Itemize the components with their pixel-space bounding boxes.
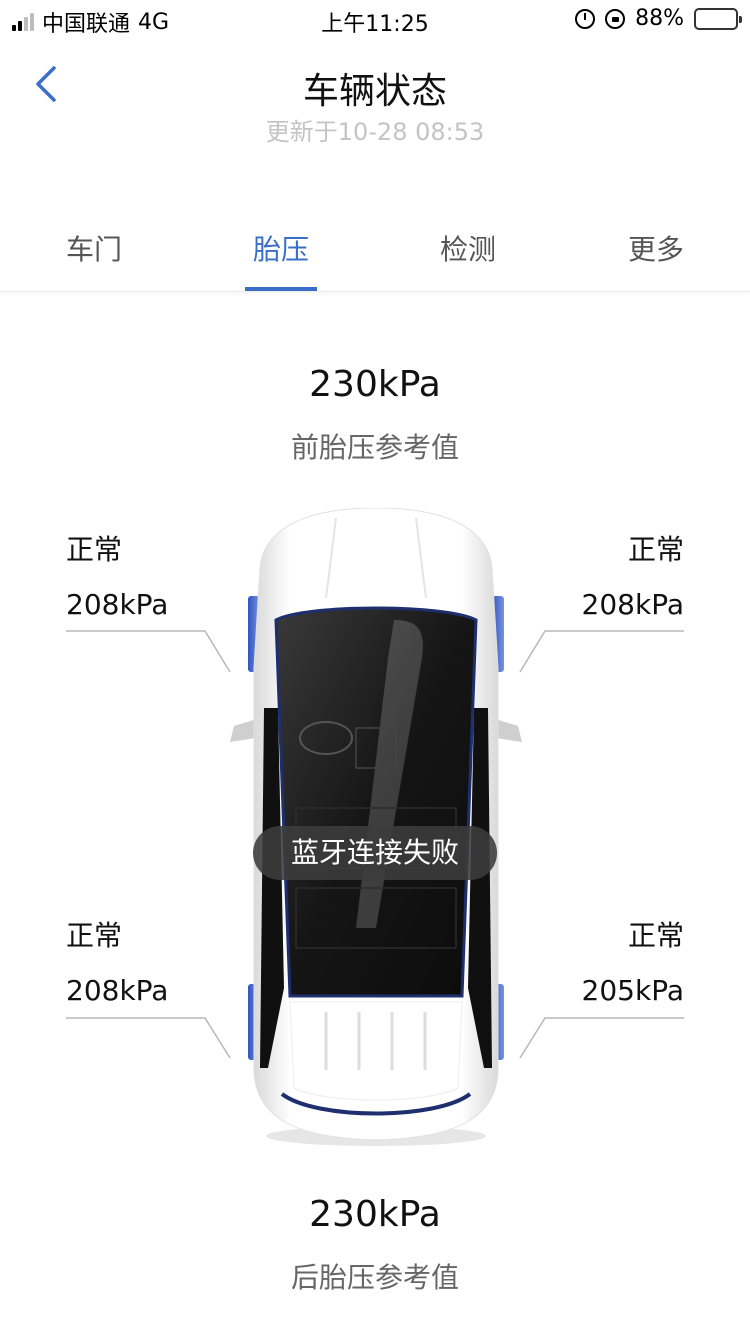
tab-bar: 车门 胎压 检测 更多 (0, 210, 750, 292)
rotation-lock-icon (605, 8, 626, 29)
front-left-pressure: 208kPa (66, 588, 169, 621)
front-left-status: 正常 (66, 533, 123, 566)
front-right-status: 正常 (627, 533, 684, 566)
page-title: 车辆状态 (302, 71, 447, 112)
rear-right-status: 正常 (627, 919, 684, 952)
rear-left-status: 正常 (66, 919, 123, 952)
alarm-icon (575, 8, 596, 29)
front-right-tire-info: 正常 208kPa (484, 528, 684, 621)
rear-right-pressure: 205kPa (581, 974, 684, 1007)
front-right-pressure: 208kPa (581, 588, 684, 621)
battery-percent: 88% (635, 6, 684, 31)
status-bar-right: 88% ⚡ (575, 6, 742, 31)
update-time: 更新于10-28 08:53 (265, 118, 485, 146)
rear-left-tire-info: 正常 208kPa (66, 914, 266, 1007)
front-reference-label: 前胎压参考值 (290, 431, 459, 464)
active-tab-indicator (245, 287, 317, 291)
tab-inspection[interactable]: 检测 (398, 228, 538, 268)
tab-more[interactable]: 更多 (586, 228, 726, 268)
tab-doors[interactable]: 车门 (24, 228, 164, 268)
front-left-tire-info: 正常 208kPa (66, 528, 266, 621)
rear-left-pressure: 208kPa (66, 974, 169, 1007)
rear-right-tire-info: 正常 205kPa (484, 914, 684, 1007)
status-bar: 中国联通 4G 上午11:25 88% ⚡ (0, 0, 750, 40)
bluetooth-error-toast: 蓝牙连接失败 (253, 826, 497, 880)
rear-reference-value: 230kPa (309, 1194, 441, 1235)
tab-tire-pressure[interactable]: 胎压 (211, 228, 351, 268)
front-reference-value: 230kPa (309, 364, 441, 405)
battery-icon: ⚡ (694, 7, 742, 30)
rear-reference-label: 后胎压参考值 (290, 1261, 459, 1294)
